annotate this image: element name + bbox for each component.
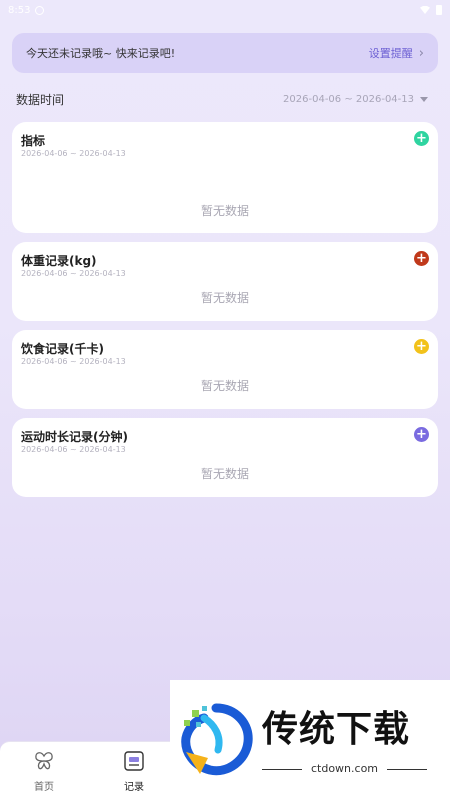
indicator-card: 指标 2026-04-06 ~ 2026-04-13 + 暂无数据 — [12, 122, 438, 233]
card-title: 运动时长记录(分钟) — [21, 430, 128, 444]
empty-state-text: 暂无数据 — [200, 379, 249, 393]
exercise-card: 运动时长记录(分钟) 2026-04-06 ~ 2026-04-13 + 暂无数… — [12, 418, 438, 497]
record-icon — [123, 750, 145, 772]
set-reminder-label: 设置提醒 — [368, 47, 413, 60]
watermark-url: ctdown.com — [262, 762, 427, 775]
sync-icon — [35, 5, 45, 15]
nav-item-record[interactable]: 记录 — [104, 750, 164, 793]
wifi-icon — [420, 6, 430, 14]
nav-item-home[interactable]: 首页 — [14, 750, 74, 793]
plus-icon: + — [416, 131, 427, 146]
watermark-logo — [181, 703, 253, 776]
card-date-range: 2026-04-06 ~ 2026-04-13 — [21, 269, 126, 278]
weight-card: 体重记录(kg) 2026-04-06 ~ 2026-04-13 + 暂无数据 — [12, 242, 438, 321]
data-time-row: 数据时间 2026-04-06 ~ 2026-04-13 — [16, 89, 428, 109]
plus-icon: + — [416, 427, 427, 442]
banner-text: 今天还未记录哦~ 快来记录吧! — [26, 47, 176, 60]
date-range-select[interactable]: 2026-04-06 ~ 2026-04-13 — [283, 94, 428, 105]
watermark: 传统下载 ctdown.com — [170, 680, 450, 800]
chevron-down-icon — [420, 96, 428, 102]
chevron-right-icon: › — [418, 45, 424, 61]
empty-state-text: 暂无数据 — [200, 291, 249, 305]
add-exercise-button[interactable]: + — [414, 427, 429, 442]
nav-label-home: 首页 — [34, 782, 54, 793]
card-date-range: 2026-04-06 ~ 2026-04-13 — [21, 149, 126, 158]
battery-icon — [436, 5, 442, 15]
set-reminder-button[interactable]: 设置提醒 › — [369, 45, 424, 61]
add-diet-button[interactable]: + — [414, 339, 429, 354]
plus-icon: + — [416, 339, 427, 354]
date-range-value: 2026-04-06 ~ 2026-04-13 — [283, 93, 414, 105]
card-title: 指标 — [21, 134, 46, 148]
empty-state-text: 暂无数据 — [200, 467, 249, 481]
butterfly-icon — [33, 750, 55, 772]
status-time: 8:53 — [8, 4, 31, 16]
plus-icon: + — [416, 251, 427, 266]
card-title: 体重记录(kg) — [21, 254, 97, 268]
add-weight-button[interactable]: + — [414, 251, 429, 266]
nav-label-record: 记录 — [124, 782, 144, 793]
card-date-range: 2026-04-06 ~ 2026-04-13 — [21, 445, 126, 454]
data-time-label: 数据时间 — [16, 92, 65, 107]
add-indicator-button[interactable]: + — [414, 131, 429, 146]
status-bar: 8:53 — [0, 0, 450, 20]
empty-state-text: 暂无数据 — [200, 204, 249, 218]
card-title: 饮食记录(千卡) — [21, 342, 104, 356]
diet-card: 饮食记录(千卡) 2026-04-06 ~ 2026-04-13 + 暂无数据 — [12, 330, 438, 409]
watermark-title: 传统下载 — [262, 709, 411, 750]
card-date-range: 2026-04-06 ~ 2026-04-13 — [21, 357, 126, 366]
reminder-banner: 今天还未记录哦~ 快来记录吧! 设置提醒 › — [12, 33, 438, 73]
